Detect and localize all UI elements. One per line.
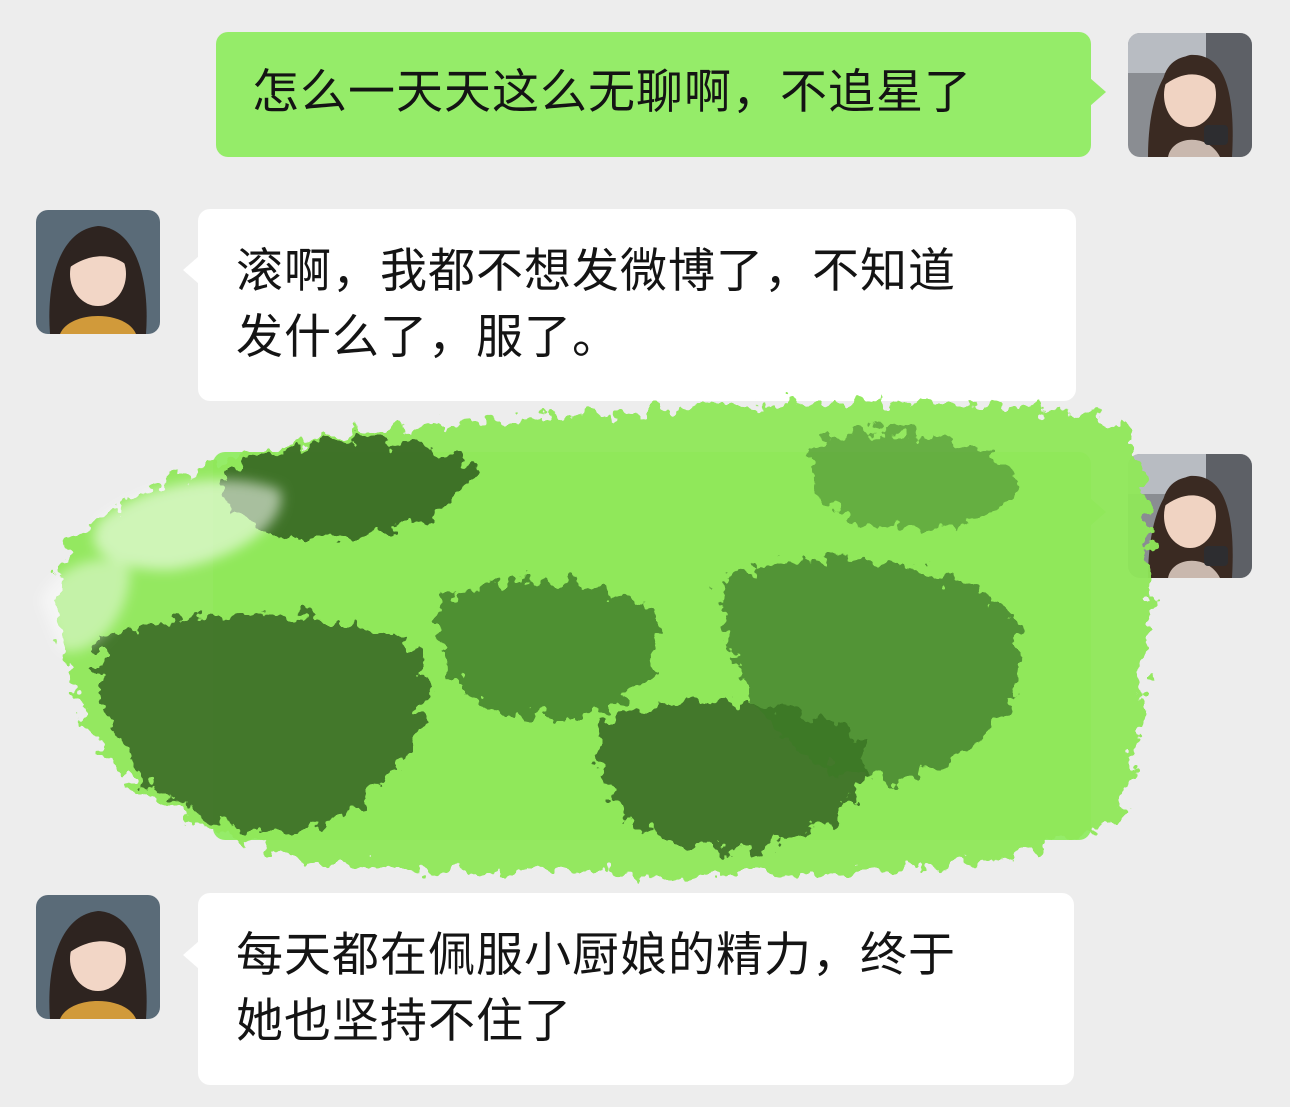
chat-conversation: 怎么一天天这么无聊啊，不追星了 滚啊，我都不想发微博了，不知道 发什么了，服了。… (0, 0, 1290, 1107)
bubble-tail (1090, 78, 1106, 106)
avatar-self[interactable] (1128, 454, 1252, 578)
avatar-self[interactable] (1128, 33, 1252, 157)
bubble-tail (183, 941, 199, 969)
bubble-tail (183, 256, 199, 284)
avatar-friend[interactable] (36, 895, 160, 1019)
message-bubble[interactable]: 怎么一天天这么无聊啊，不追星了 (216, 32, 1091, 157)
bubble-tail (1090, 498, 1106, 526)
message-bubble-redacted[interactable] (213, 452, 1091, 840)
avatar-friend[interactable] (36, 210, 160, 334)
message-bubble[interactable]: 滚啊，我都不想发微博了，不知道 发什么了，服了。 (198, 209, 1076, 401)
message-bubble[interactable]: 每天都在佩服小厨娘的精力，终于 她也坚持不住了 (198, 893, 1074, 1085)
